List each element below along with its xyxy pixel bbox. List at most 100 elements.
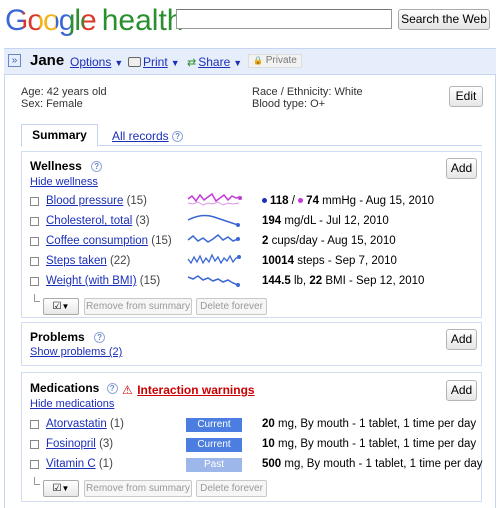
print-link[interactable]: Print — [143, 55, 168, 69]
chevron-down-icon: ▼ — [114, 58, 124, 68]
wellness-title-text: Wellness — [30, 159, 82, 173]
medication-name[interactable]: Fosinopril — [46, 438, 96, 450]
tab-all-records-label[interactable]: All records — [112, 129, 169, 143]
row-checkbox[interactable] — [30, 460, 39, 469]
diastolic-dot — [298, 198, 304, 204]
selection-connector — [34, 294, 40, 302]
medication-row: Fosinopril (3) — [46, 438, 113, 450]
row-checkbox[interactable] — [30, 237, 39, 246]
remove-from-summary-button[interactable]: Remove from summary — [84, 480, 192, 497]
sex-label: Sex: — [21, 98, 44, 110]
coffee-sparkline — [187, 233, 240, 243]
wellness-item-value: 118 / 74 mmHg - Aug 15, 2010 — [262, 195, 434, 207]
share-menu[interactable]: ⇄ Share ▼ — [187, 55, 242, 69]
bmi-value: 22 — [309, 275, 323, 287]
google-health-logo[interactable]: Google health — [5, 4, 184, 38]
select-dropdown[interactable]: ☑▼ — [43, 480, 79, 497]
medications-add-button[interactable]: Add — [446, 380, 477, 401]
latest-point — [236, 283, 240, 287]
remove-from-summary-button[interactable]: Remove from summary — [84, 298, 192, 315]
edit-profile-button[interactable]: Edit — [449, 86, 483, 107]
problems-add-button[interactable]: Add — [446, 329, 477, 350]
delete-forever-button[interactable]: Delete forever — [196, 298, 267, 315]
row-checkbox[interactable] — [30, 420, 39, 429]
wellness-item-name[interactable]: Weight (with BMI) — [46, 275, 137, 287]
blood-type-label: Blood type: — [252, 98, 308, 110]
systolic-sparkline — [187, 192, 241, 203]
help-icon[interactable]: ? — [172, 131, 184, 143]
search-input[interactable] — [176, 9, 392, 29]
interaction-warnings[interactable]: ⚠ Interaction warnings — [122, 381, 255, 399]
share-link[interactable]: Share — [198, 55, 230, 69]
tab-all-records[interactable]: All records ? — [112, 129, 184, 143]
status-badge: Current — [186, 438, 242, 452]
latest-point — [237, 255, 241, 259]
tab-summary[interactable]: Summary — [21, 124, 98, 147]
wellness-row: Cholesterol, total (3) — [46, 215, 150, 227]
help-icon[interactable]: ? — [91, 161, 103, 173]
problems-title-text: Problems — [30, 330, 85, 344]
help-icon[interactable]: ? — [106, 383, 118, 395]
delete-forever-button[interactable]: Delete forever — [196, 480, 267, 497]
dose-detail: mg, By mouth - 1 tablet, 1 time per day — [284, 458, 483, 470]
options-menu[interactable]: Options ▼ — [70, 55, 123, 69]
sex-row: Sex: Female — [21, 98, 83, 110]
weight-line — [187, 275, 239, 286]
row-checkbox[interactable] — [30, 217, 39, 226]
medication-dosage: 10 mg, By mouth - 1 tablet, 1 time per d… — [262, 438, 476, 450]
wellness-item-name[interactable]: Cholesterol, total — [46, 215, 132, 227]
cholesterol-sparkline — [187, 214, 240, 227]
value-detail: mg/dL - Jul 12, 2010 — [284, 215, 389, 227]
steps-sparkline — [187, 253, 241, 265]
wellness-row: Blood pressure (15) — [46, 195, 147, 207]
expand-sidebar-button[interactable]: » — [8, 54, 21, 67]
diastolic-value: 74 — [306, 195, 319, 207]
row-checkbox[interactable] — [30, 197, 39, 206]
systolic-value: 118 — [270, 195, 289, 207]
hide-medications-link[interactable]: Hide medications — [30, 398, 114, 410]
medication-dosage: 20 mg, By mouth - 1 tablet, 1 time per d… — [262, 418, 476, 430]
wellness-item-name[interactable]: Steps taken — [46, 255, 107, 267]
row-checkbox[interactable] — [30, 440, 39, 449]
print-menu[interactable]: Print ▼ — [128, 55, 180, 69]
wellness-title: Wellness ? — [30, 159, 103, 173]
age-value: 42 years old — [46, 86, 107, 98]
chevron-down-icon: ▼ — [233, 58, 243, 68]
race-row: Race / Ethnicity: White — [252, 86, 363, 98]
row-checkbox[interactable] — [30, 277, 39, 286]
dose-value: 500 — [262, 458, 282, 470]
medication-name[interactable]: Vitamin C — [46, 458, 96, 470]
wellness-row: Steps taken (22) — [46, 255, 130, 267]
warning-icon: ⚠ — [122, 383, 133, 397]
wellness-item-value: 194 mg/dL - Jul 12, 2010 — [262, 215, 389, 227]
wellness-add-button[interactable]: Add — [446, 158, 477, 179]
sex-value: Female — [46, 98, 83, 110]
medication-name[interactable]: Atorvastatin — [46, 418, 107, 430]
logo-google-text: Google — [5, 4, 97, 37]
weight-sparkline — [187, 275, 240, 287]
row-checkbox[interactable] — [30, 257, 39, 266]
status-badge: Past — [186, 458, 242, 472]
wellness-item-name[interactable]: Blood pressure — [46, 195, 123, 207]
coffee-line — [187, 233, 239, 243]
cholesterol-line — [187, 214, 239, 226]
options-link[interactable]: Options — [70, 55, 111, 69]
profile-name: Jane — [30, 52, 65, 69]
search-web-button[interactable]: Search the Web — [398, 9, 490, 30]
selection-connector — [34, 477, 40, 485]
show-problems-link[interactable]: Show problems (2) — [30, 346, 122, 358]
blood-type-row: Blood type: O+ — [252, 98, 325, 110]
diastolic-sparkline — [187, 201, 240, 206]
interaction-warnings-link[interactable]: Interaction warnings — [137, 383, 254, 397]
help-icon[interactable]: ? — [94, 332, 106, 344]
dose-value: 10 — [262, 438, 275, 450]
wellness-item-name[interactable]: Coffee consumption — [46, 235, 148, 247]
hide-wellness-link[interactable]: Hide wellness — [30, 176, 98, 188]
wellness-item-count: (3) — [135, 215, 150, 227]
medications-title-text: Medications — [30, 381, 100, 395]
select-dropdown[interactable]: ☑▼ — [43, 298, 79, 315]
status-badge: Current — [186, 418, 242, 432]
medication-count: (1) — [98, 458, 113, 470]
latest-point — [236, 237, 240, 241]
dose-detail: mg, By mouth - 1 tablet, 1 time per day — [278, 418, 477, 430]
